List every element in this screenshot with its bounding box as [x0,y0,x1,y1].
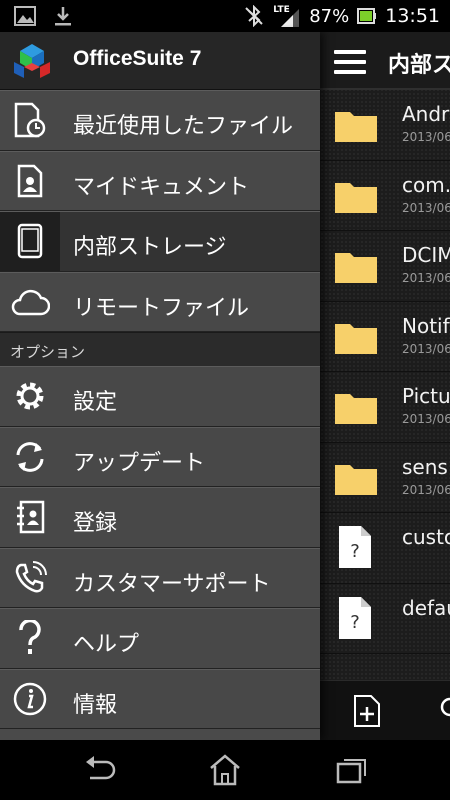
system-navigation-bar [0,740,450,800]
refresh-icon [0,428,60,487]
new-file-icon[interactable] [354,695,380,731]
drawer-header: OfficeSuite 7 [0,32,320,90]
file-list: Andr 2013/06 com. 2013/06 DCIM 2013/06 N… [320,90,450,654]
file-row[interactable]: ? custo [320,513,450,584]
file-pane-header: 内部ス [320,32,450,90]
network-type: LTE [273,5,290,15]
clock: 13:51 [385,5,440,27]
file-browser-pane: 内部ス Andr 2013/06 com. 2013/06 DCIM 2013/… [320,32,450,740]
nav-item-label: リモートファイル [73,295,250,321]
status-bar: LTE 87% 13:51 [0,0,450,32]
file-row[interactable]: DCIM 2013/06 [320,231,450,302]
nav-item-label: マイドキュメント [73,174,250,200]
folder-icon [334,319,378,359]
nav-item-label: 情報 [73,692,118,718]
file-row[interactable]: ? defau [320,584,450,654]
file-name: sens [402,454,448,479]
cloud-icon [0,273,60,332]
folder-icon [334,460,378,500]
register-icon [0,488,60,547]
nav-item-internal-storage[interactable]: 内部ストレージ [0,211,320,272]
folder-icon [334,248,378,288]
battery-percent: 87% [309,5,350,27]
file-date: 2013/06 [402,130,450,144]
officesuite-logo-icon [12,42,52,86]
nav-item-label: 登録 [73,511,118,536]
file-date: 2013/06 [402,412,450,426]
folder-icon [334,107,378,147]
help-icon [0,609,60,668]
back-icon[interactable] [80,752,120,788]
nav-item-label: 設定 [73,390,118,415]
battery-icon [357,5,377,27]
search-icon[interactable] [438,697,450,727]
file-pane-toolbar [320,680,450,740]
folder-icon [334,178,378,218]
nav-item-label: カスタマーサポート [73,571,271,597]
nav-item-register[interactable]: 登録 [0,487,320,548]
my-documents-icon [0,152,60,211]
options-section-header: オプション [0,332,320,366]
file-row[interactable]: Pictu 2013/06 [320,372,450,443]
file-name: Pictu [402,384,450,408]
app-title: OfficeSuite 7 [73,47,202,70]
folder-icon [334,389,378,429]
file-name: Andr [402,102,450,126]
nav-item-label: アップデート [73,450,206,476]
phone-icon [0,549,60,608]
nav-item-recent-files[interactable]: 最近使用したファイル [0,90,320,151]
nav-item-label: 最近使用したファイル [73,114,294,139]
file-name: com. [402,172,450,197]
navigation-drawer: OfficeSuite 7 最近使用したファイル マイドキュメント 内部ストレー… [0,32,320,740]
nav-item-update[interactable]: アップデート [0,426,320,487]
download-icon [52,5,74,27]
home-icon[interactable] [205,752,245,788]
recent-files-icon [0,91,60,150]
image-icon [14,5,36,27]
nav-item-my-documents[interactable]: マイドキュメント [0,150,320,211]
file-date: 2013/06 [402,482,450,497]
signal-icon: LTE [273,5,301,27]
file-date: 2013/06 [402,200,450,215]
file-name: defau [402,595,450,620]
file-name: Notif [402,313,450,338]
recent-apps-icon[interactable] [332,752,372,788]
nav-item-settings[interactable]: 設定 [0,366,320,427]
file-row[interactable]: sens 2013/06 [320,443,450,513]
unknown-file-icon: ? [338,596,372,644]
unknown-file-icon: ? [338,525,372,573]
info-icon [0,670,60,729]
file-date: 2013/06 [402,271,450,285]
nav-item-label: 内部ストレージ [73,235,227,260]
tablet-icon [0,212,60,271]
nav-item-customer-support[interactable]: カスタマーサポート [0,547,320,608]
file-pane-title: 内部ス [388,53,450,78]
gear-icon [0,367,60,426]
nav-item-info[interactable]: 情報 [0,668,320,729]
bluetooth-icon [243,4,265,28]
nav-item-remote-files[interactable]: リモートファイル [0,271,320,332]
nav-item-help[interactable]: ヘルプ [0,608,320,669]
nav-item-label: ヘルプ [73,632,140,657]
svg-text:?: ? [350,541,360,562]
file-row[interactable]: com. 2013/06 [320,161,450,231]
svg-text:?: ? [350,612,360,633]
file-date: 2013/06 [402,341,450,356]
file-row[interactable]: Andr 2013/06 [320,90,450,161]
file-row[interactable]: Notif 2013/06 [320,302,450,372]
hamburger-menu-icon[interactable] [334,50,366,74]
file-name: DCIM [402,243,450,267]
file-name: custo [402,525,450,549]
